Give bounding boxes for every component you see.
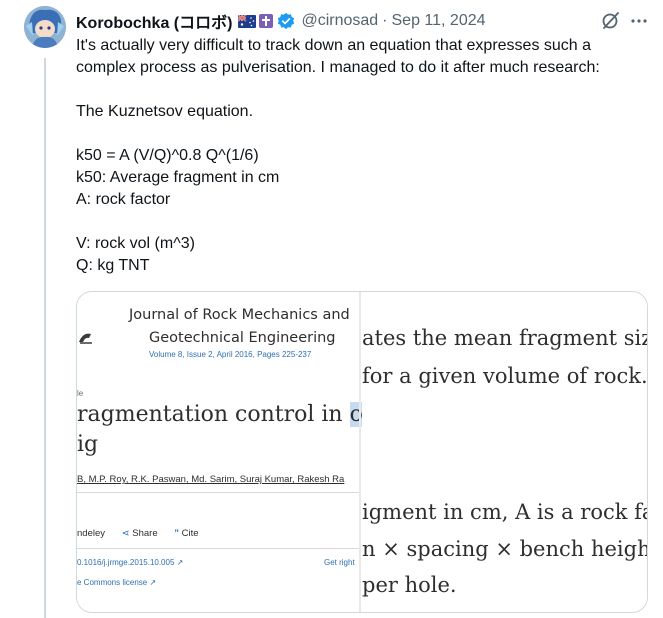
article-type-fragment: le (77, 389, 84, 398)
article-title-line2: ig (77, 432, 99, 457)
tweet-text: It's actually very difficult to track do… (76, 37, 600, 274)
share-icon: ⋖ (121, 528, 133, 539)
body-text-line: per hole. (362, 573, 457, 597)
article-title-text: ragmentation control in (77, 402, 350, 427)
cross-badge-icon (259, 14, 274, 28)
divider (77, 548, 359, 549)
verified-badge-icon (277, 12, 295, 30)
image-seam (359, 292, 361, 612)
body-text-line: ates the mean fragment size (362, 326, 648, 350)
tweet-header: Korobochka (コロボ) @cirnosad · Sep 11, 202… (76, 10, 653, 32)
more-icon[interactable] (629, 12, 649, 30)
article-title: ragmentation control in ope (77, 402, 390, 427)
avatar[interactable] (24, 6, 66, 48)
body-text-line: for a given volume of rock. T (362, 364, 648, 388)
article-actions: ndeley ⋖ Share ” Cite (77, 528, 213, 539)
cite-link: ” Cite (174, 528, 198, 539)
cite-icon: ” (174, 528, 182, 539)
share-link: ⋖ Share (122, 528, 158, 539)
body-text-line: igment in cm, A is a rock fact (362, 500, 648, 524)
body-text-line: n × spacing × bench height), (362, 537, 648, 561)
grok-icon[interactable] (601, 10, 621, 30)
thread-line (44, 58, 46, 618)
authors-text: B, M.P. Roy, R.K. Paswan, Md. Sarim, Sur… (77, 474, 345, 485)
article-authors: B, M.P. Roy, R.K. Paswan, Md. Sarim, Sur… (77, 474, 344, 485)
journal-title-line1: Journal of Rock Mechanics and (129, 307, 350, 323)
tweet-media-image[interactable]: Journal of Rock Mechanics and Geotechnic… (76, 291, 648, 613)
display-name[interactable]: Korobochka (コロボ) (76, 9, 232, 33)
tweet-date[interactable]: Sep 11, 2024 (392, 12, 486, 30)
cite-label: Cite (181, 528, 199, 539)
doi-link: 0.1016/j.jrmge.2015.10.005 ↗ (77, 558, 184, 567)
article-screenshot-right: ates the mean fragment size for a given … (362, 292, 647, 612)
journal-title-line2: Geotechnical Engineering (149, 330, 336, 346)
get-rights-link: Get right (324, 558, 355, 567)
journal-logo-icon (77, 328, 95, 346)
journal-title: Journal of Rock Mechanics and Geotechnic… (129, 304, 350, 350)
volume-info: Volume 8, Issue 2, April 2016, Pages 225… (149, 350, 312, 359)
australia-flag-icon (238, 13, 257, 28)
divider (77, 492, 359, 493)
license-link: e Commons license ↗ (77, 578, 157, 587)
handle[interactable]: @cirnosad (301, 12, 378, 30)
separator-dot: · (382, 12, 388, 29)
article-screenshot-left: Journal of Rock Mechanics and Geotechnic… (77, 292, 390, 612)
mendeley-link: ndeley (77, 528, 105, 539)
share-label: Share (132, 528, 158, 539)
